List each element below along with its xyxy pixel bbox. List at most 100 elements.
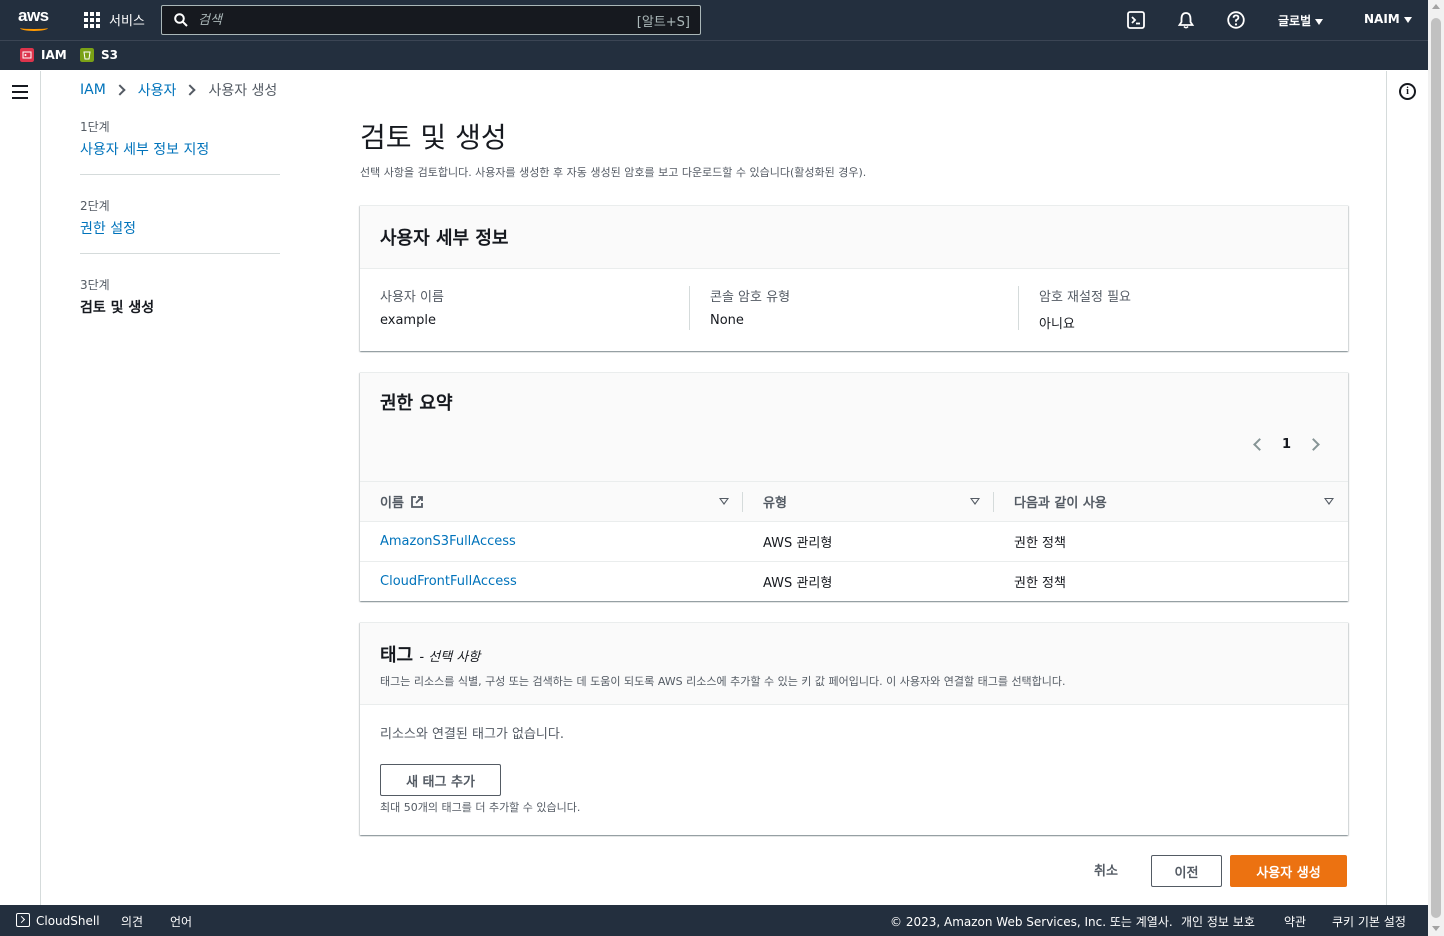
account-label: NAIM — [1364, 12, 1400, 26]
field-username: 사용자 이름 example — [380, 286, 444, 328]
step-number: 2단계 — [80, 199, 110, 213]
tag-limit-hint: 최대 50개의 태그를 더 추가할 수 있습니다. — [380, 801, 581, 814]
left-rail — [0, 71, 41, 905]
copyright-text: © 2023, Amazon Web Services, Inc. 또는 계열사… — [890, 915, 1173, 929]
iam-icon — [20, 48, 34, 62]
chevron-right-icon — [184, 84, 197, 96]
scroll-down-icon[interactable] — [1432, 926, 1440, 931]
services-label: 서비스 — [109, 14, 145, 29]
breadcrumb-iam[interactable]: IAM — [80, 82, 106, 98]
pagination: 1 — [1253, 437, 1320, 452]
favorite-s3[interactable]: S3 — [80, 48, 118, 62]
s3-icon — [80, 48, 94, 62]
breadcrumb-current: 사용자 생성 — [208, 83, 278, 99]
column-header-type[interactable]: 유형 — [743, 482, 994, 521]
add-tag-button[interactable]: 새 태그 추가 — [380, 764, 501, 796]
page-description: 선택 사항을 검토합니다. 사용자를 생성한 후 자동 생성된 암호를 보고 다… — [360, 166, 867, 179]
menu-icon[interactable] — [12, 85, 28, 99]
column-header-name[interactable]: 이름 — [360, 482, 743, 521]
panel-description: 태그는 리소스를 식별, 구성 또는 검색하는 데 도움이 되도록 AWS 리소… — [380, 675, 1066, 688]
empty-tags-message: 리소스와 연결된 태그가 없습니다. — [380, 727, 564, 742]
tags-panel: 태그 - 선택 사항 태그는 리소스를 식별, 구성 또는 검색하는 데 도움이… — [360, 622, 1348, 835]
info-icon[interactable]: i — [1399, 83, 1416, 100]
top-navigation: aws 서비스 [알트+S] 글로벌 NAIM — [0, 0, 1428, 40]
cancel-button[interactable]: 취소 — [1090, 860, 1122, 879]
external-link-icon — [411, 495, 423, 508]
step-number: 1단계 — [80, 120, 110, 134]
step-current: 검토 및 생성 — [80, 300, 155, 316]
step-3: 3단계 검토 및 생성 — [80, 276, 280, 332]
create-user-button[interactable]: 사용자 생성 — [1230, 855, 1347, 887]
region-dropdown[interactable]: 글로벌 — [1278, 12, 1324, 29]
page-scrollbar[interactable] — [1428, 0, 1444, 936]
language-link[interactable]: 언어 — [170, 913, 192, 930]
cell-used-as: 권한 정책 — [1014, 576, 1066, 591]
field-label: 콘솔 암호 유형 — [710, 290, 791, 305]
column-header-used-as[interactable]: 다음과 같이 사용 — [994, 482, 1348, 521]
cell-name: AmazonS3FullAccess — [360, 522, 743, 561]
field-console-password-type: 콘솔 암호 유형 None — [710, 286, 790, 328]
table-header: 이름 유형 다음과 같이 사용 — [360, 481, 1348, 521]
scroll-thumb[interactable] — [1431, 18, 1441, 918]
cloudshell-button[interactable]: CloudShell — [16, 913, 100, 928]
feedback-link[interactable]: 의견 — [121, 913, 143, 930]
privacy-link[interactable]: 개인 정보 보호 — [1181, 913, 1255, 930]
breadcrumb-users[interactable]: 사용자 — [138, 80, 177, 100]
page-title: 검토 및 생성 — [360, 121, 507, 154]
column-label: 유형 — [763, 496, 787, 511]
divider — [1018, 286, 1019, 330]
scroll-up-icon[interactable] — [1432, 4, 1440, 9]
optional-label: - 선택 사항 — [419, 650, 481, 665]
field-value: 아니요 — [1039, 317, 1075, 332]
panel-header: 권한 요약 1 — [360, 373, 1348, 481]
previous-button[interactable]: 이전 — [1151, 855, 1222, 887]
sort-icon[interactable] — [970, 498, 980, 505]
panel-title: 사용자 세부 정보 — [360, 206, 1348, 269]
panel-title: 권한 요약 — [380, 393, 453, 414]
favorite-iam[interactable]: IAM — [20, 48, 67, 62]
aws-logo[interactable]: aws — [18, 7, 54, 32]
wizard-steps: 1단계 사용자 세부 정보 지정 2단계 권한 설정 3단계 검토 및 생성 — [80, 118, 280, 354]
caret-down-icon — [1403, 16, 1412, 23]
chevron-right-icon — [114, 84, 126, 96]
policy-link[interactable]: CloudFrontFullAccess — [380, 574, 517, 589]
column-label: 다음과 같이 사용 — [1014, 496, 1107, 511]
chevron-left-icon[interactable] — [1253, 438, 1266, 451]
bell-icon[interactable] — [1176, 10, 1196, 30]
cloudshell-label: CloudShell — [36, 914, 100, 928]
table-row: CloudFrontFullAccess AWS 관리형 권한 정책 — [360, 561, 1348, 601]
sort-icon[interactable] — [1324, 498, 1334, 505]
help-icon[interactable] — [1226, 10, 1246, 30]
aws-smile-icon — [20, 25, 48, 31]
right-rail: i — [1386, 71, 1428, 905]
cloudshell-icon[interactable] — [1126, 10, 1146, 30]
step-link[interactable]: 사용자 세부 정보 지정 — [80, 139, 280, 159]
page-number[interactable]: 1 — [1282, 437, 1291, 452]
divider — [689, 286, 690, 330]
cloudshell-icon — [16, 913, 30, 927]
favorites-bar: IAM S3 — [0, 40, 1428, 70]
grid-icon — [84, 11, 100, 28]
footer: CloudShell 의견 언어 © 2023, Amazon Web Serv… — [0, 905, 1428, 936]
favorite-label: IAM — [41, 48, 67, 62]
chevron-right-icon[interactable] — [1307, 438, 1320, 451]
cell-name: CloudFrontFullAccess — [360, 562, 743, 601]
search-box[interactable]: [알트+S] — [161, 5, 701, 35]
search-icon — [174, 13, 188, 27]
terms-link[interactable]: 약관 — [1284, 913, 1306, 930]
step-1: 1단계 사용자 세부 정보 지정 — [80, 118, 280, 175]
cell-type: AWS 관리형 — [763, 576, 833, 591]
breadcrumb: IAM 사용자 사용자 생성 — [80, 80, 277, 100]
services-menu-button[interactable]: 서비스 — [84, 10, 145, 29]
panel-title: 태그 — [380, 645, 414, 666]
cookie-preferences-link[interactable]: 쿠키 기본 설정 — [1332, 913, 1406, 930]
search-input[interactable] — [198, 12, 637, 28]
policy-link[interactable]: AmazonS3FullAccess — [380, 534, 516, 549]
account-dropdown[interactable]: NAIM — [1364, 12, 1412, 26]
step-link[interactable]: 권한 설정 — [80, 218, 280, 238]
table-row: AmazonS3FullAccess AWS 관리형 권한 정책 — [360, 521, 1348, 561]
step-2: 2단계 권한 설정 — [80, 197, 280, 254]
sort-icon[interactable] — [719, 498, 729, 505]
panel-header: 태그 - 선택 사항 태그는 리소스를 식별, 구성 또는 검색하는 데 도움이… — [360, 623, 1348, 705]
cell-type: AWS 관리형 — [763, 536, 833, 551]
